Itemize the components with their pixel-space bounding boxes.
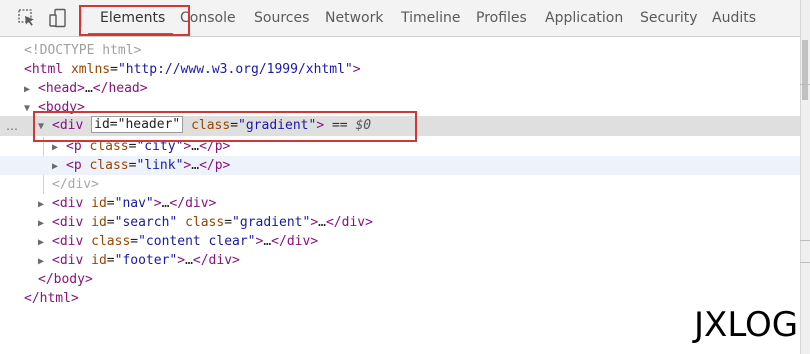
panel-divider — [800, 84, 810, 85]
tab-timeline[interactable]: Timeline — [401, 0, 461, 36]
tag-close: > — [316, 118, 325, 133]
p-close-tag: </p> — [199, 158, 231, 173]
expand-triangle-icon[interactable]: ▶ — [38, 214, 52, 233]
body-open-tag: <body> — [38, 100, 85, 115]
attr-name: class — [89, 139, 129, 154]
tab-sources[interactable]: Sources — [254, 0, 309, 36]
head-open-tag: <head> — [38, 81, 85, 96]
attr-value: "gradient" — [238, 118, 317, 133]
expand-triangle-icon[interactable]: ▶ — [52, 157, 66, 176]
attr-value: "gradient" — [232, 215, 311, 230]
tree-row-div-search[interactable]: ▶ <div id="search" class="gradient">…</di… — [0, 213, 800, 232]
tree-row-html[interactable]: <html xmlns="http://www.w3.org/1999/xhtm… — [0, 60, 800, 79]
collapsed-ellipsis[interactable]: … — [85, 81, 93, 96]
collapsed-ellipsis[interactable]: … — [318, 215, 326, 230]
tab-application[interactable]: Application — [545, 0, 623, 36]
p-open-tag: <p — [66, 158, 82, 173]
tab-network[interactable]: Network — [325, 0, 383, 36]
div-open-tag: <div — [52, 196, 84, 211]
devtools-window: Elements Console Sources Network Timelin… — [0, 0, 810, 354]
tree-row-p-city[interactable]: ▶ <p class="city">…</p> — [0, 137, 800, 156]
active-tab-indicator — [88, 33, 173, 35]
div-close-tag: </div> — [271, 234, 319, 249]
div-close-tag: </div> — [52, 177, 99, 192]
attr-name: xmlns — [70, 62, 111, 77]
tree-row-p-link[interactable]: ▶ <p class="link">…</p> — [0, 156, 800, 175]
head-close-tag: </head> — [92, 81, 148, 96]
dom-tree: <!DOCTYPE html> <html xmlns="http://www.… — [0, 36, 800, 354]
tab-profiles[interactable]: Profiles — [476, 0, 527, 36]
collapsed-ellipsis[interactable]: … — [191, 139, 199, 154]
scrollbar-thumb[interactable] — [802, 40, 808, 100]
device-mode-icon[interactable] — [48, 8, 68, 28]
attr-name: class — [91, 234, 131, 249]
div-open-tag: <div — [52, 253, 84, 268]
console-reference: $0 — [355, 118, 372, 133]
attr-value: "city" — [136, 139, 184, 154]
div-open-tag: <div — [52, 215, 84, 230]
expand-triangle-icon[interactable]: ▶ — [38, 233, 52, 252]
expand-triangle-icon[interactable]: ▶ — [24, 80, 38, 99]
watermark-text: JXLOG — [694, 305, 799, 345]
attr-name: class — [89, 158, 129, 173]
div-close-tag: </div> — [325, 215, 373, 230]
attr-value: "http://www.w3.org/1999/xhtml" — [117, 62, 353, 77]
attr-name: class — [191, 118, 231, 133]
inspect-element-icon[interactable] — [17, 8, 37, 28]
equals-marker: == — [331, 118, 348, 133]
toolbar-separator — [81, 9, 82, 27]
div-open-tag: <div — [52, 118, 84, 133]
tree-row-head[interactable]: ▶ <head>…</head> — [0, 79, 800, 98]
html-open-tag: <html — [24, 62, 64, 77]
row-actions-ellipsis[interactable]: … — [6, 116, 18, 136]
expand-triangle-icon[interactable]: ▶ — [38, 252, 52, 271]
html-close-tag: </html> — [24, 291, 79, 306]
tag-close: > — [310, 215, 319, 230]
collapsed-ellipsis[interactable]: … — [263, 234, 271, 249]
p-open-tag: <p — [66, 139, 82, 154]
attr-value: "content clear" — [138, 234, 256, 249]
collapsed-ellipsis[interactable]: … — [191, 158, 199, 173]
div-close-tag: </div> — [169, 196, 217, 211]
tab-security[interactable]: Security — [640, 0, 698, 36]
devtools-toolbar: Elements Console Sources Network Timelin… — [0, 0, 800, 37]
attr-name: id — [91, 215, 107, 230]
div-open-tag: <div — [52, 234, 84, 249]
tree-row-div-close[interactable]: </div> — [0, 175, 800, 194]
tree-row-selected-div[interactable]: … ▼ <div id="header" class="gradient"> ==… — [0, 116, 800, 136]
p-close-tag: </p> — [199, 139, 231, 154]
tag-close: > — [153, 196, 162, 211]
tab-audits[interactable]: Audits — [712, 0, 756, 36]
attr-name: class — [185, 215, 225, 230]
panel-divider — [800, 240, 810, 241]
attr-value: "search" — [114, 215, 178, 230]
attr-value: "link" — [136, 158, 184, 173]
tab-elements[interactable]: Elements — [100, 0, 165, 36]
collapse-triangle-icon[interactable]: ▼ — [38, 117, 52, 137]
tree-row-div-footer[interactable]: ▶ <div id="footer">…</div> — [0, 251, 800, 270]
tab-console[interactable]: Console — [180, 0, 236, 36]
attr-value: "footer" — [114, 253, 178, 268]
collapsed-ellipsis[interactable]: … — [185, 253, 193, 268]
tree-row-div-content[interactable]: ▶ <div class="content clear">…</div> — [0, 232, 800, 251]
attribute-edit-field[interactable]: id="header" — [91, 116, 184, 133]
body-close-tag: </body> — [38, 272, 93, 287]
expand-triangle-icon[interactable]: ▶ — [52, 138, 66, 157]
tree-row-body[interactable]: ▼ <body> — [0, 98, 800, 117]
tree-row-doctype[interactable]: <!DOCTYPE html> — [0, 41, 800, 60]
tag-close: > — [352, 62, 361, 77]
tree-row-html-close[interactable]: </html> — [0, 289, 800, 308]
expand-triangle-icon[interactable]: ▶ — [38, 195, 52, 214]
attr-value: "nav" — [114, 196, 154, 211]
tree-row-body-close[interactable]: </body> — [0, 270, 800, 289]
panel-divider — [800, 262, 810, 263]
tree-row-div-nav[interactable]: ▶ <div id="nav">…</div> — [0, 194, 800, 213]
doctype-text: <!DOCTYPE html> — [24, 43, 142, 58]
attr-name: id — [91, 253, 107, 268]
attr-name: id — [91, 196, 107, 211]
tag-close: > — [177, 253, 186, 268]
div-close-tag: </div> — [192, 253, 240, 268]
